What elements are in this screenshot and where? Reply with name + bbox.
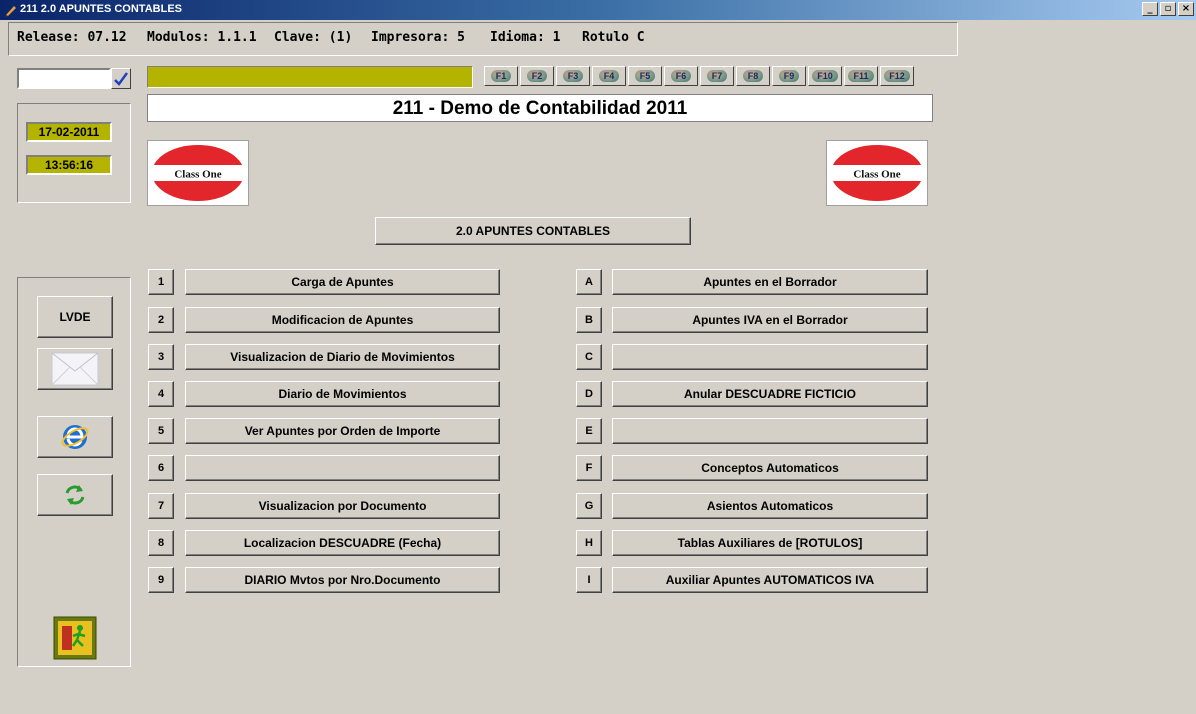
fkey-f10[interactable]: F10 <box>808 66 842 86</box>
menu-item-empty-6[interactable] <box>185 455 500 481</box>
fkey-f5[interactable]: F5 <box>628 66 662 86</box>
fkey-f9[interactable]: F9 <box>772 66 806 86</box>
datetime-panel: 17-02-2011 13:56:16 <box>17 103 131 203</box>
email-button[interactable] <box>37 348 113 390</box>
menu-item-localizacion-descuadre[interactable]: Localizacion DESCUADRE (Fecha) <box>185 530 500 556</box>
close-button[interactable]: × <box>1178 2 1194 16</box>
time-display: 13:56:16 <box>26 155 112 175</box>
menu-item-empty-e[interactable] <box>612 418 928 444</box>
menu-key-b[interactable]: B <box>576 307 602 333</box>
lvde-button[interactable]: LVDE <box>37 296 113 338</box>
menu-key-g[interactable]: G <box>576 493 602 519</box>
menu-item-ver-apuntes-importe[interactable]: Ver Apuntes por Orden de Importe <box>185 418 500 444</box>
company-title: 211 - Demo de Contabilidad 2011 <box>147 94 933 122</box>
function-keys: F1 F2 F3 F4 F5 F6 F7 F8 F9 F10 F11 F12 <box>484 66 914 86</box>
checkmark-icon <box>114 71 129 86</box>
menu-item-modificacion-apuntes[interactable]: Modificacion de Apuntes <box>185 307 500 333</box>
menu-key-h[interactable]: H <box>576 530 602 556</box>
menu-key-5[interactable]: 5 <box>148 418 174 444</box>
envelope-icon <box>51 352 99 386</box>
title-bar: 211 2.0 APUNTES CONTABLES _ ▫ × <box>0 0 1196 20</box>
fkey-f4[interactable]: F4 <box>592 66 626 86</box>
menu-item-anular-descuadre[interactable]: Anular DESCUADRE FICTICIO <box>612 381 928 407</box>
menu-key-9[interactable]: 9 <box>148 567 174 593</box>
class-one-logo-icon: Class One <box>831 145 923 201</box>
menu-key-3[interactable]: 3 <box>148 344 174 370</box>
logo-left: Class One <box>147 140 249 206</box>
search-input[interactable] <box>17 68 111 89</box>
menu-key-a[interactable]: A <box>576 269 602 295</box>
menu-item-carga-apuntes[interactable]: Carga de Apuntes <box>185 269 500 295</box>
menu-key-d[interactable]: D <box>576 381 602 407</box>
impresora-label: Impresora: 5 <box>371 30 465 45</box>
refresh-icon <box>65 485 85 505</box>
menu-item-empty-c[interactable] <box>612 344 928 370</box>
menu-item-diario-movimientos[interactable]: Diario de Movimientos <box>185 381 500 407</box>
fkey-f6[interactable]: F6 <box>664 66 698 86</box>
side-panel: LVDE <box>17 277 131 667</box>
menu-key-f[interactable]: F <box>576 455 602 481</box>
menu-key-i[interactable]: I <box>576 567 602 593</box>
menu-item-visualizacion-diario[interactable]: Visualizacion de Diario de Movimientos <box>185 344 500 370</box>
menu-key-c[interactable]: C <box>576 344 602 370</box>
menu-item-diario-nro-documento[interactable]: DIARIO Mvtos por Nro.Documento <box>185 567 500 593</box>
minimize-button[interactable]: _ <box>1142 2 1158 16</box>
idioma-label: Idioma: 1 <box>490 30 561 45</box>
internet-explorer-icon <box>61 425 89 449</box>
release-label: Release: 07.12 <box>17 30 127 45</box>
rotulo-label: Rotulo C <box>582 30 645 45</box>
menu-key-6[interactable]: 6 <box>148 455 174 481</box>
menu-item-visualizacion-documento[interactable]: Visualizacion por Documento <box>185 493 500 519</box>
menu-item-apuntes-borrador[interactable]: Apuntes en el Borrador <box>612 269 928 295</box>
refresh-button[interactable] <box>37 474 113 516</box>
modulos-label: Modulos: 1.1.1 <box>147 30 257 45</box>
app-icon <box>5 6 16 17</box>
menu-key-8[interactable]: 8 <box>148 530 174 556</box>
fkey-f3[interactable]: F3 <box>556 66 590 86</box>
menu-key-7[interactable]: 7 <box>148 493 174 519</box>
fkey-f1[interactable]: F1 <box>484 66 518 86</box>
exit-icon <box>53 616 97 660</box>
restore-button[interactable]: ▫ <box>1160 2 1176 16</box>
menu-key-2[interactable]: 2 <box>148 307 174 333</box>
menu-key-e[interactable]: E <box>576 418 602 444</box>
menu-item-tablas-auxiliares[interactable]: Tablas Auxiliares de [ROTULOS] <box>612 530 928 556</box>
browser-button[interactable] <box>37 416 113 458</box>
menu-item-apuntes-iva-borrador[interactable]: Apuntes IVA en el Borrador <box>612 307 928 333</box>
menu-item-conceptos-automaticos[interactable]: Conceptos Automaticos <box>612 455 928 481</box>
exit-button[interactable] <box>37 614 113 662</box>
clave-label: Clave: (1) <box>274 30 353 45</box>
menu-key-4[interactable]: 4 <box>148 381 174 407</box>
menu-item-auxiliar-apuntes-iva[interactable]: Auxiliar Apuntes AUTOMATICOS IVA <box>612 567 928 593</box>
logo-right: Class One <box>826 140 928 206</box>
svg-text:Class One: Class One <box>174 169 221 181</box>
fkey-f2[interactable]: F2 <box>520 66 554 86</box>
class-one-logo-icon: Class One <box>152 145 244 201</box>
section-header-button[interactable]: 2.0 APUNTES CONTABLES <box>375 217 691 245</box>
info-bar: Release: 07.12 Modulos: 1.1.1 Clave: (1)… <box>8 22 958 56</box>
fkey-f7[interactable]: F7 <box>700 66 734 86</box>
menu-item-asientos-automaticos[interactable]: Asientos Automaticos <box>612 493 928 519</box>
fkey-f11[interactable]: F11 <box>844 66 878 86</box>
fkey-f8[interactable]: F8 <box>736 66 770 86</box>
svg-text:Class One: Class One <box>853 169 900 181</box>
window-title: 211 2.0 APUNTES CONTABLES <box>20 3 182 15</box>
confirm-button[interactable] <box>111 68 131 89</box>
menu-key-1[interactable]: 1 <box>148 269 174 295</box>
date-display: 17-02-2011 <box>26 122 112 142</box>
status-bar <box>147 66 473 88</box>
fkey-f12[interactable]: F12 <box>880 66 914 86</box>
